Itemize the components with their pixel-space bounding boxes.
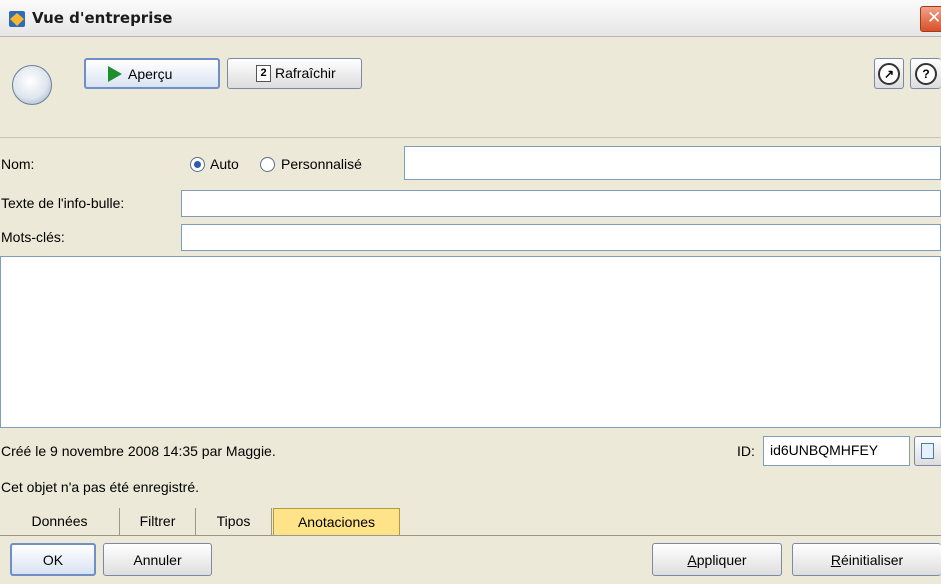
diamond-app-icon	[9, 11, 25, 27]
tooltip-label: Texte de l'info-bulle:	[1, 195, 125, 211]
id-field[interactable]: id6UNBQMHFEY	[763, 436, 910, 466]
apply-button[interactable]: Appliquer	[652, 543, 782, 576]
apply-mnemonic: A	[687, 552, 697, 568]
refresh-icon: 2	[256, 65, 271, 82]
title-bar: Vue d'entreprise ✕	[0, 0, 941, 37]
copy-icon	[921, 443, 934, 459]
tab-anotaciones[interactable]: Anotaciones	[273, 508, 400, 535]
keywords-input[interactable]	[181, 224, 941, 251]
tab-bar: Données Filtrer Tipos Anotaciones	[0, 508, 941, 536]
toolbar-divider	[0, 137, 941, 138]
tab-filtrer[interactable]: Filtrer	[120, 508, 196, 535]
custom-label: Personnalisé	[281, 156, 362, 172]
tab-donnees[interactable]: Données	[0, 508, 120, 535]
name-label: Nom:	[1, 156, 35, 172]
window-title: Vue d'entreprise	[32, 9, 173, 27]
id-label: ID:	[737, 443, 755, 459]
launch-arrow-icon: ↗	[878, 63, 900, 85]
help-icon: ?	[915, 63, 937, 85]
close-icon: ✕	[927, 8, 941, 28]
annotation-textarea[interactable]	[0, 256, 941, 428]
reset-label: éinitialiser	[840, 552, 904, 568]
dialog-footer: OK Annuler Appliquer Réinitialiser	[0, 536, 941, 584]
name-input[interactable]	[404, 146, 941, 180]
help-button[interactable]: ?	[910, 58, 941, 89]
apply-label: ppliquer	[696, 552, 747, 568]
auto-label: Auto	[210, 156, 239, 172]
cancel-button[interactable]: Annuler	[103, 543, 212, 576]
preview-button[interactable]: Aperçu	[84, 58, 220, 89]
launch-button[interactable]: ↗	[874, 58, 904, 89]
auto-radio[interactable]	[190, 157, 205, 172]
preview-label: Aperçu	[128, 66, 173, 82]
database-node-icon	[12, 65, 52, 105]
reset-mnemonic: R	[830, 552, 841, 568]
created-info: Créé le 9 novembre 2008 14:35 par Maggie…	[1, 443, 276, 459]
copy-id-button[interactable]	[914, 436, 941, 466]
ok-button[interactable]: OK	[10, 543, 96, 576]
save-status: Cet objet n'a pas été enregistré.	[1, 479, 200, 495]
preview-play-icon	[108, 66, 122, 82]
tooltip-input[interactable]	[181, 190, 941, 217]
close-button[interactable]: ✕	[920, 6, 941, 32]
tab-tipos[interactable]: Tipos	[196, 508, 272, 535]
reset-button[interactable]: Réinitialiser	[792, 543, 941, 576]
keywords-label: Mots-clés:	[1, 229, 65, 245]
refresh-label: Rafraîchir	[275, 65, 336, 81]
custom-radio[interactable]	[260, 157, 275, 172]
refresh-button[interactable]: 2 Rafraîchir	[227, 58, 362, 89]
